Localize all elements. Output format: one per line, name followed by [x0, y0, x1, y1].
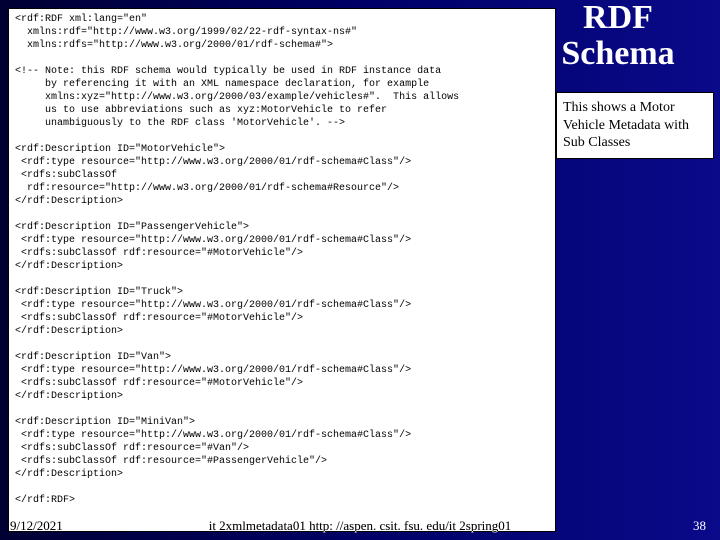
footer-center: it 2xmlmetadata01 http: //aspen. csit. f…	[209, 518, 512, 534]
description-note: This shows a Motor Vehicle Metadata with…	[556, 92, 714, 159]
slide-footer: 9/12/2021 it 2xmlmetadata01 http: //aspe…	[0, 516, 720, 536]
code-box: <rdf:RDF xml:lang="en" xmlns:rdf="http:/…	[8, 8, 556, 532]
rdf-code: <rdf:RDF xml:lang="en" xmlns:rdf="http:/…	[15, 13, 549, 507]
slide-title: RDF Schema	[528, 0, 708, 71]
footer-page-number: 38	[693, 518, 706, 534]
footer-date: 9/12/2021	[10, 518, 63, 534]
title-line-2: Schema	[561, 35, 674, 72]
title-line-1: RDF	[583, 0, 653, 36]
